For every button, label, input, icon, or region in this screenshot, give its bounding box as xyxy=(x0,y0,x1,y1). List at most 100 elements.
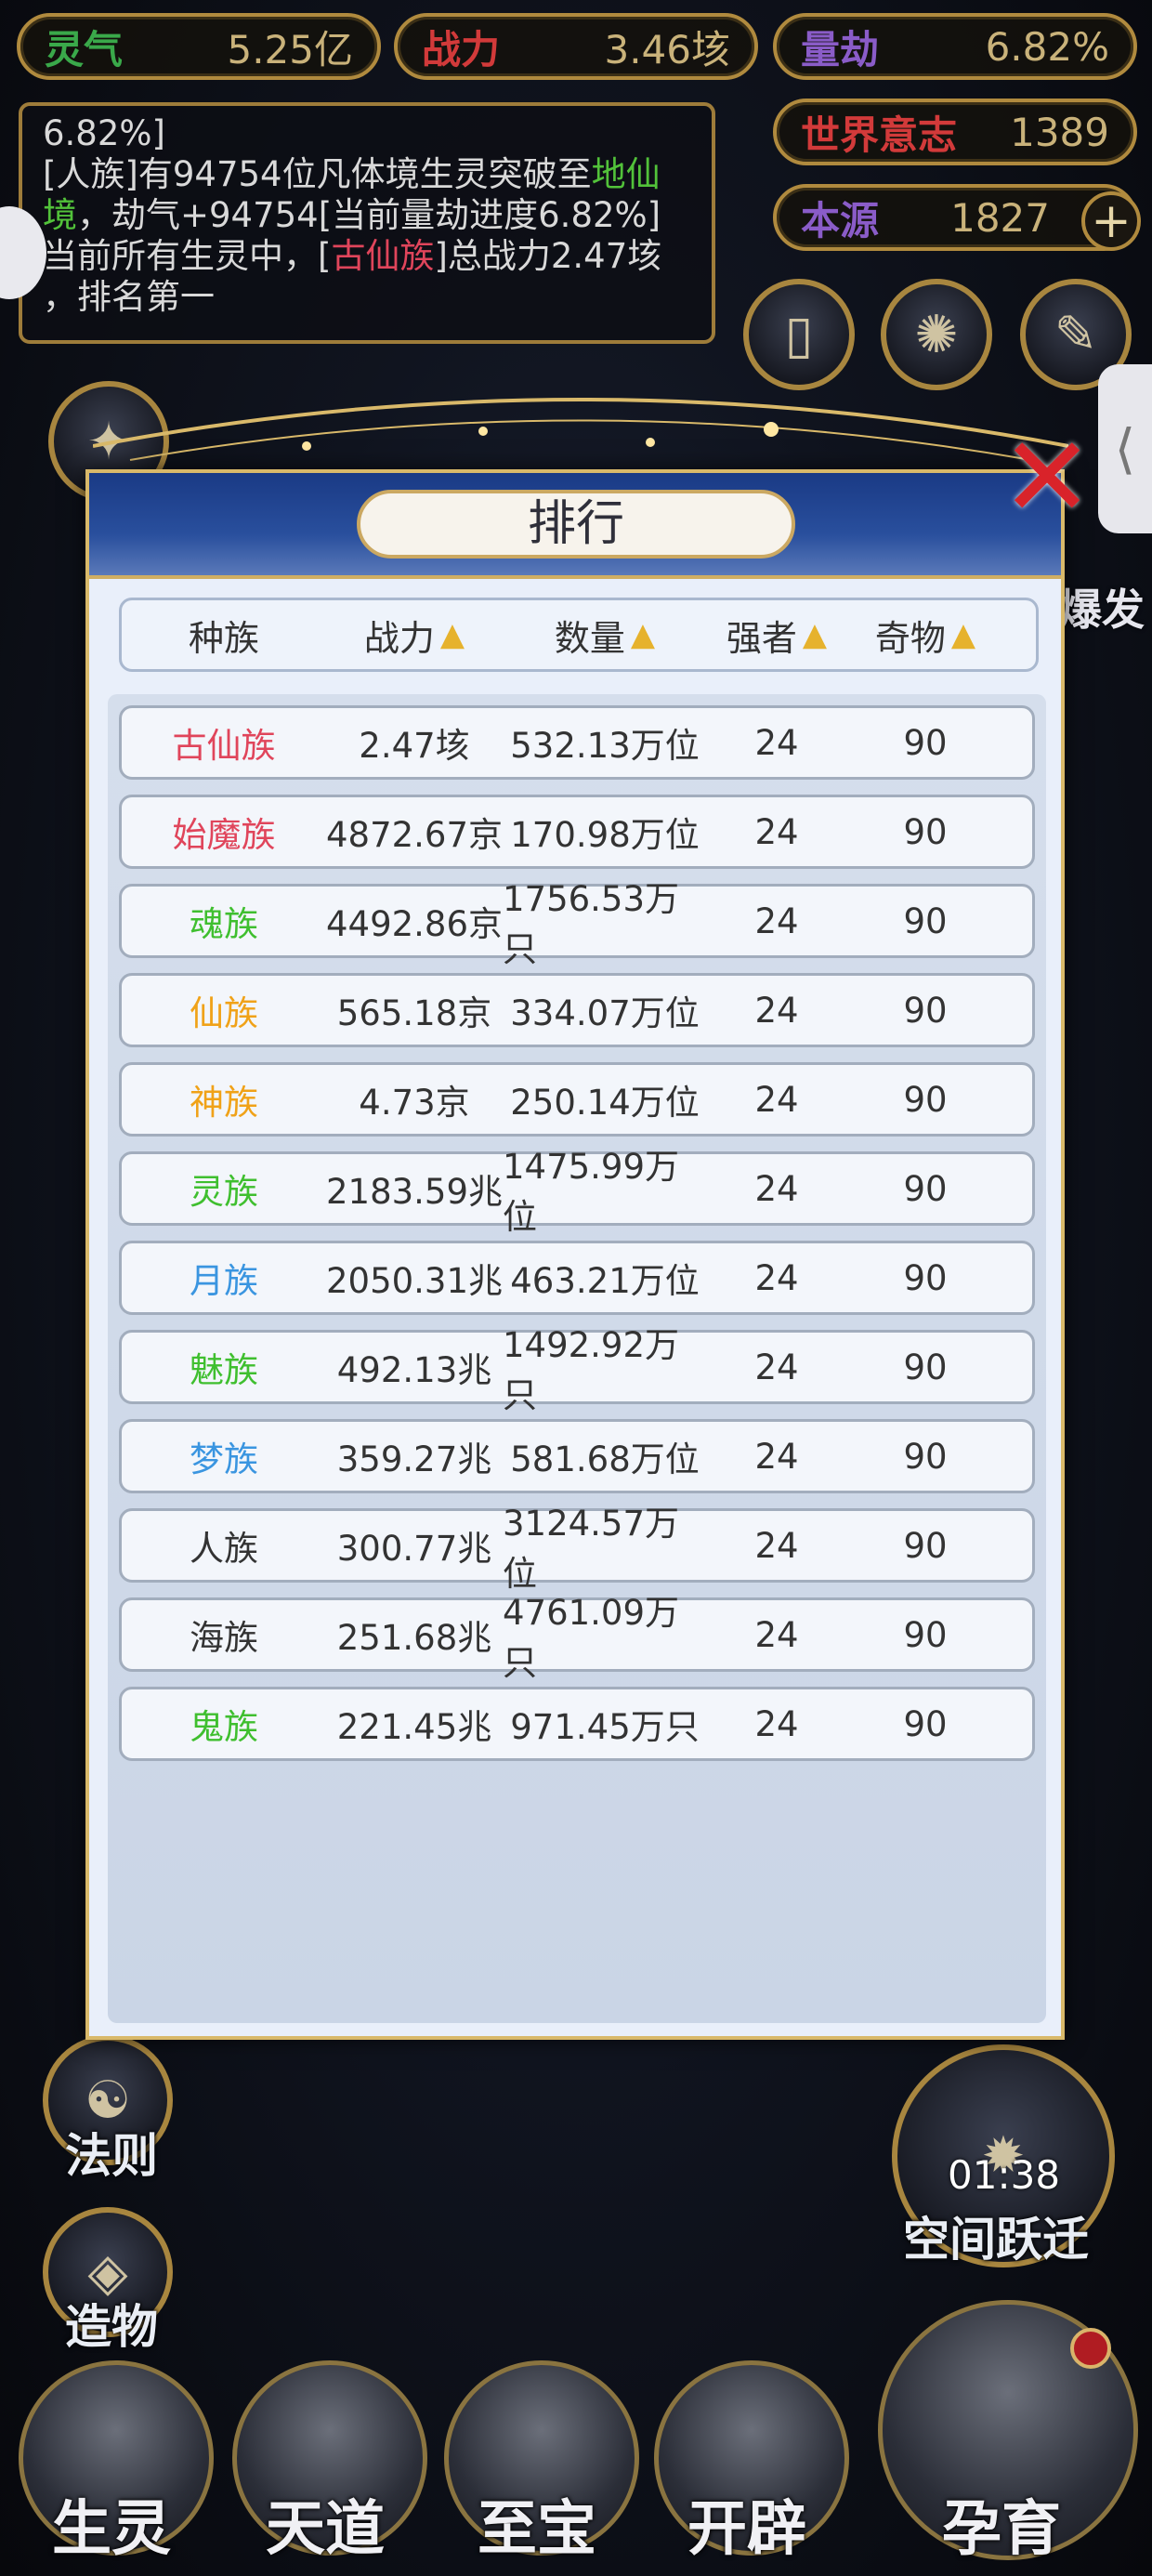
card-icon[interactable]: ▯ xyxy=(743,279,855,390)
sort-icon: ▲ xyxy=(950,616,976,653)
header-race: 种族 xyxy=(122,600,326,669)
log-text: 当前所有生灵中，[ xyxy=(43,236,332,276)
power-cell: 2050.31兆 xyxy=(326,1261,504,1301)
power-cell: 251.68兆 xyxy=(336,1618,492,1658)
power-cell: 492.13兆 xyxy=(336,1350,492,1390)
nav-kaipi[interactable]: 开辟 xyxy=(645,2481,849,2567)
count-cell: 581.68万位 xyxy=(510,1439,700,1479)
log-text: [人族]有94754位凡体境生灵突破至 xyxy=(43,154,592,194)
sort-icon: ▲ xyxy=(439,616,465,653)
table-row[interactable]: 灵族 2183.59兆 1475.99万位 24 90 xyxy=(119,1147,1035,1237)
stat-zhanli-value: 3.46垓 xyxy=(604,26,730,72)
relic-cell: 90 xyxy=(903,1168,948,1209)
header-count-label: 数量 xyxy=(554,617,625,659)
close-icon[interactable]: ✕ xyxy=(996,423,1098,534)
race-cell: 始魔族 xyxy=(172,815,276,855)
log-text: ，劫气+94754[当前量劫进度6.82%] xyxy=(77,195,661,235)
count-cell: 971.45万只 xyxy=(510,1707,700,1747)
table-row[interactable]: 始魔族 4872.67京 170.98万位 24 90 xyxy=(119,795,1035,869)
header-strong-label: 强者 xyxy=(726,617,797,659)
table-row[interactable]: 鬼族 221.45兆 971.45万只 24 90 xyxy=(119,1687,1035,1761)
table-row[interactable]: 海族 251.68兆 4761.09万只 24 90 xyxy=(119,1593,1035,1683)
relic-cell: 90 xyxy=(903,1614,948,1655)
strong-cell: 24 xyxy=(754,1168,799,1209)
strong-cell: 24 xyxy=(754,1347,799,1387)
sort-icon: ▲ xyxy=(630,616,656,653)
event-log: 6.82%] [人族]有94754位凡体境生灵突破至地仙 境，劫气+94754[… xyxy=(19,102,715,344)
space-jump-label: 空间跃迁 xyxy=(903,2212,1089,2267)
count-cell: 334.07万位 xyxy=(510,993,700,1033)
table-row[interactable]: 月族 2050.31兆 463.21万位 24 90 xyxy=(119,1241,1035,1315)
nav-shengling[interactable]: 生灵 xyxy=(9,2481,214,2567)
stat-zhanli: 战力 3.46垓 xyxy=(394,13,758,80)
ranking-modal: 排行 种族 战力 ▲ 数量 ▲ 强者 ▲ 奇物 ▲ 古仙族 2.47垓 532.13万位 24… xyxy=(85,469,1065,2040)
relic-cell: 90 xyxy=(903,722,948,763)
stat-liangjie-value: 6.82% xyxy=(985,23,1109,70)
header-relic[interactable]: 奇物 ▲ xyxy=(846,600,1004,669)
log-line: 境，劫气+94754[当前量劫进度6.82%] xyxy=(43,195,691,236)
modal-header: 排行 xyxy=(89,473,1061,579)
add-benyuan-button[interactable]: + xyxy=(1081,191,1141,251)
table-row[interactable]: 梦族 359.27兆 581.68万位 24 90 xyxy=(119,1419,1035,1493)
strong-cell: 24 xyxy=(754,1436,799,1477)
race-cell: 灵族 xyxy=(190,1172,258,1212)
space-jump-timer: 01:38 xyxy=(948,2152,1061,2198)
log-highlight: 地仙 xyxy=(591,154,661,194)
stat-shijie-value: 1389 xyxy=(1010,109,1109,155)
race-cell: 人族 xyxy=(190,1529,258,1569)
table-row[interactable]: 人族 300.77兆 3124.57万位 24 90 xyxy=(119,1504,1035,1594)
count-cell: 250.14万位 xyxy=(510,1083,700,1123)
race-cell: 魂族 xyxy=(190,904,258,944)
stat-benyuan-value: 1827 xyxy=(950,194,1050,241)
race-cell: 海族 xyxy=(190,1618,258,1658)
relic-cell: 90 xyxy=(903,900,948,941)
strong-cell: 24 xyxy=(754,1525,799,1566)
stat-liangjie-label: 量劫 xyxy=(801,26,880,72)
count-cell: 1475.99万位 xyxy=(503,1147,680,1237)
side-drawer-tab[interactable]: ⟨ xyxy=(1098,364,1152,533)
strong-cell: 24 xyxy=(754,990,799,1031)
strong-cell: 24 xyxy=(754,1614,799,1655)
power-cell: 4872.67京 xyxy=(326,815,504,855)
header-power-label: 战力 xyxy=(363,617,435,659)
vortex-icon[interactable]: ✺ xyxy=(881,279,992,390)
relic-cell: 90 xyxy=(903,1525,948,1566)
race-cell: 神族 xyxy=(190,1083,258,1123)
modal-title: 排行 xyxy=(357,490,795,559)
race-cell: 魅族 xyxy=(190,1350,258,1390)
burst-label-partial[interactable]: 爆发 xyxy=(1059,576,1145,637)
strong-cell: 24 xyxy=(754,1703,799,1744)
nav-zhibao[interactable]: 至宝 xyxy=(435,2481,639,2567)
relic-cell: 90 xyxy=(903,1703,948,1744)
power-cell: 359.27兆 xyxy=(336,1439,492,1479)
stat-shijie-label: 世界意志 xyxy=(801,112,958,158)
log-text: ]总战力2.47垓 xyxy=(434,236,662,276)
table-row[interactable]: 魅族 492.13兆 1492.92万只 24 90 xyxy=(119,1325,1035,1415)
race-cell: 鬼族 xyxy=(190,1707,258,1747)
table-row[interactable]: 神族 4.73京 250.14万位 24 90 xyxy=(119,1062,1035,1137)
relic-cell: 90 xyxy=(903,1079,948,1120)
count-cell: 463.21万位 xyxy=(510,1261,700,1301)
nav-tiandao[interactable]: 天道 xyxy=(223,2481,427,2567)
count-cell: 532.13万位 xyxy=(510,726,700,766)
log-line: ，排名第一 xyxy=(43,277,215,317)
creation-label: 造物 xyxy=(65,2299,158,2354)
relic-cell: 90 xyxy=(903,1436,948,1477)
table-row[interactable]: 古仙族 2.47垓 532.13万位 24 90 xyxy=(119,705,1035,780)
header-power[interactable]: 战力 ▲ xyxy=(326,600,503,669)
table-header: 种族 战力 ▲ 数量 ▲ 强者 ▲ 奇物 ▲ xyxy=(119,598,1039,672)
power-cell: 2183.59兆 xyxy=(326,1172,504,1212)
table-row[interactable]: 魂族 4492.86京 1756.53万只 24 90 xyxy=(119,879,1035,969)
count-cell: 3124.57万位 xyxy=(503,1504,680,1594)
stat-lingqi-label: 灵气 xyxy=(45,26,124,72)
header-strong[interactable]: 强者 ▲ xyxy=(707,600,846,669)
relic-cell: 90 xyxy=(903,1257,948,1298)
stat-lingqi-value: 5.25亿 xyxy=(227,26,353,72)
nav-yunyu[interactable]: 孕育 xyxy=(899,2481,1104,2567)
header-count[interactable]: 数量 ▲ xyxy=(503,600,707,669)
ranking-list[interactable]: 古仙族 2.47垓 532.13万位 24 90 始魔族 4872.67京 170.98万位 2… xyxy=(108,694,1046,2023)
race-cell: 梦族 xyxy=(190,1439,258,1479)
strong-cell: 24 xyxy=(754,900,799,941)
table-row[interactable]: 仙族 565.18京 334.07万位 24 90 xyxy=(119,973,1035,1047)
count-cell: 1492.92万只 xyxy=(503,1325,680,1415)
